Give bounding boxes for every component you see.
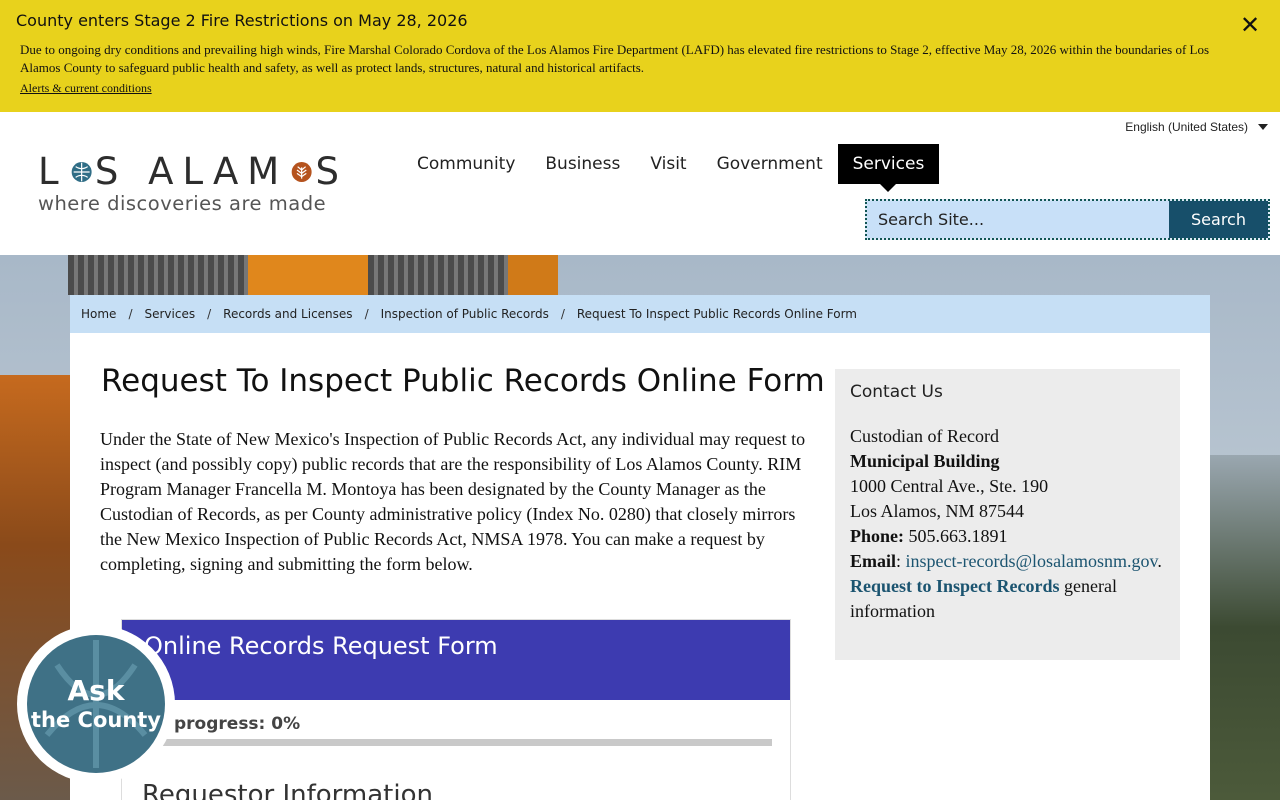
form-title: Online Records Request Form	[122, 620, 790, 700]
page-title: Request To Inspect Public Records Online…	[101, 363, 825, 399]
logo-text-2: S ALAM	[94, 150, 289, 193]
email-link[interactable]: inspect-records@losalamosnm.gov	[906, 551, 1158, 571]
breadcrumb: Home / Services / Records and Licenses /…	[70, 295, 1210, 333]
site-header: English (United States) L S ALAM S where…	[0, 112, 1280, 255]
main-content: Request To Inspect Public Records Online…	[70, 333, 1210, 800]
breadcrumb-separator: /	[128, 307, 133, 321]
nav-services[interactable]: Services	[837, 144, 940, 192]
breadcrumb-separator: /	[560, 307, 565, 321]
globe-icon	[71, 162, 92, 182]
search-input[interactable]	[867, 201, 1169, 238]
contact-box: Contact Us Custodian of Record Municipal…	[835, 369, 1180, 660]
breadcrumb-separator: /	[364, 307, 369, 321]
section-title: Requestor Information	[142, 780, 433, 800]
ask-line-1: Ask	[67, 674, 125, 707]
chevron-down-icon	[1258, 124, 1268, 130]
progress-label: progress: 0%	[174, 714, 301, 734]
email-label: Email	[850, 551, 897, 571]
language-selector[interactable]: English (United States)	[1125, 120, 1268, 134]
contact-building: Municipal Building	[850, 451, 1000, 471]
site-search: Search	[865, 199, 1270, 240]
breadcrumb-separator: /	[207, 307, 212, 321]
progress-bar	[142, 739, 772, 746]
logo-tagline: where discoveries are made	[38, 192, 327, 215]
phone-label: Phone:	[850, 526, 904, 546]
ask-the-county-button[interactable]: Ask the County	[17, 625, 175, 783]
hero-playground-structure	[68, 255, 558, 295]
logo[interactable]: L S ALAM S where discoveries are made	[38, 152, 348, 222]
alert-title: County enters Stage 2 Fire Restrictions …	[16, 11, 468, 30]
language-label: English (United States)	[1125, 120, 1248, 134]
breadcrumb-services[interactable]: Services	[144, 307, 195, 321]
alert-body: Due to ongoing dry conditions and prevai…	[20, 42, 1210, 75]
breadcrumb-records-and-licenses[interactable]: Records and Licenses	[223, 307, 352, 321]
logo-text-1: L	[38, 150, 68, 193]
contact-address-2: Los Alamos, NM 87544	[850, 501, 1025, 521]
contact-heading: Contact Us	[850, 382, 943, 402]
close-icon[interactable]: ✕	[1240, 13, 1260, 37]
nav-business[interactable]: Business	[530, 144, 635, 184]
nav-community[interactable]: Community	[402, 144, 530, 184]
logo-wordmark: L S ALAM S	[38, 152, 348, 192]
contact-details: Custodian of Record Municipal Building 1…	[850, 424, 1165, 624]
phone-number: 505.663.1891	[908, 526, 1008, 546]
alert-banner: County enters Stage 2 Fire Restrictions …	[0, 0, 1280, 112]
hero-trees	[1210, 455, 1280, 800]
nav-government[interactable]: Government	[702, 144, 838, 184]
alerts-link[interactable]: Alerts & current conditions	[16, 81, 152, 96]
breadcrumb-home[interactable]: Home	[81, 307, 116, 321]
breadcrumb-inspection-of-public-records[interactable]: Inspection of Public Records	[381, 307, 549, 321]
breadcrumb-current: Request To Inspect Public Records Online…	[576, 307, 857, 321]
ask-line-2: the County	[30, 708, 161, 732]
nav-visit[interactable]: Visit	[635, 144, 701, 184]
logo-text-3: S	[315, 150, 348, 193]
main-nav: Community Business Visit Government Serv…	[402, 144, 940, 192]
intro-text: Under the State of New Mexico's Inspecti…	[100, 429, 806, 574]
contact-custodian: Custodian of Record	[850, 426, 999, 446]
ask-badge: Ask the County	[27, 635, 165, 773]
search-button[interactable]: Search	[1169, 201, 1268, 238]
leaf-icon	[291, 162, 312, 182]
contact-address-1: 1000 Central Ave., Ste. 190	[850, 476, 1049, 496]
records-request-form: Online Records Request Form progress: 0%…	[121, 619, 791, 800]
request-records-link[interactable]: Request to Inspect Records	[850, 576, 1059, 596]
